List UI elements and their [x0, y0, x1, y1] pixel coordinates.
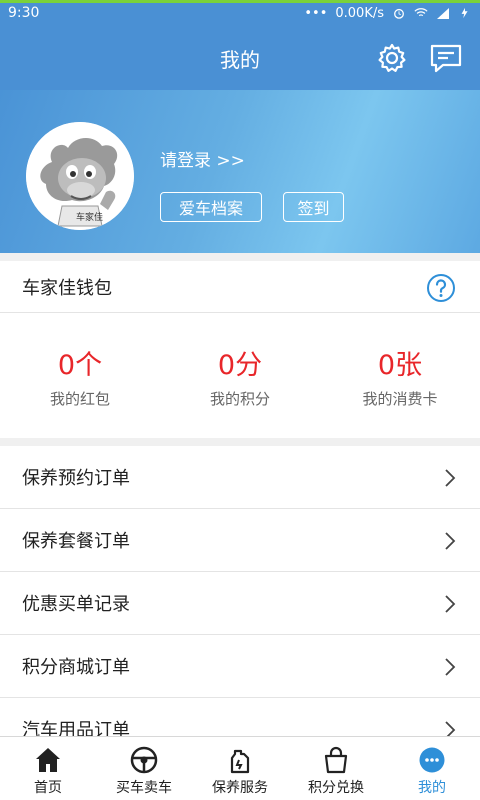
battery-icon: [461, 7, 468, 19]
stat-value: 0分: [217, 349, 263, 381]
chevron-right-icon: [445, 532, 456, 550]
stat-value: 0张: [377, 349, 423, 381]
wifi-icon: [414, 8, 428, 17]
page-title: 我的: [220, 47, 260, 72]
chevron-right-icon: [445, 595, 456, 613]
tab-label: 保养服务: [212, 780, 268, 796]
stat-value: 0个: [57, 349, 103, 381]
tab-mine[interactable]: 我的: [384, 737, 480, 800]
tab-home[interactable]: 首页: [0, 737, 96, 800]
wallet-header: 车家佳钱包: [0, 261, 480, 313]
stat-label: 我的红包: [49, 389, 110, 408]
tab-label: 积分兑换: [308, 780, 364, 796]
top-accent-line: [0, 0, 480, 3]
status-icons: ••• 0.00K/s: [304, 6, 472, 21]
status-time: 9:30: [8, 5, 40, 21]
oil-can-icon: [230, 749, 250, 774]
shopping-bag-icon: [324, 746, 348, 774]
menu-item-maintenance-booking[interactable]: 保养预约订单: [0, 446, 480, 509]
tab-points-exchange[interactable]: 积分兑换: [288, 737, 384, 800]
chevron-right-icon: [445, 658, 456, 676]
status-bar: 9:30 ••• 0.00K/s: [0, 0, 480, 26]
section-divider: [0, 438, 480, 446]
stat-label: 我的消费卡: [362, 389, 438, 408]
wallet-stats: 0个 我的红包 0分 我的积分 0张 我的消费卡: [0, 313, 480, 438]
tab-maintenance-service[interactable]: 保养服务: [192, 737, 288, 800]
tab-label: 买车卖车: [116, 780, 172, 796]
menu-item-label: 优惠买单记录: [22, 594, 130, 615]
red-packet-stat[interactable]: 0个 我的红包: [0, 313, 160, 438]
gear-icon[interactable]: [376, 42, 408, 74]
menu-item-discount-payment[interactable]: 优惠买单记录: [0, 572, 480, 635]
menu-item-car-supplies[interactable]: 汽车用品订单: [0, 698, 480, 736]
points-stat[interactable]: 0分 我的积分: [160, 313, 320, 438]
order-menu: 保养预约订单 保养套餐订单 优惠买单记录 积分商城订单 汽车用品订单: [0, 446, 480, 736]
signal-icon: [437, 8, 449, 19]
steering-wheel-icon: [130, 746, 158, 774]
chevron-right-icon: [445, 721, 456, 736]
net-speed: 0.00K/s: [335, 5, 384, 21]
consumer-card-stat[interactable]: 0张 我的消费卡: [320, 313, 480, 438]
bottom-tab-bar: 首页 买车卖车 保养服务 积分兑换 我的: [0, 736, 480, 800]
tab-label: 首页: [34, 780, 62, 796]
login-link[interactable]: 请登录 >>: [160, 146, 245, 171]
car-archive-button[interactable]: 爱车档案: [160, 192, 262, 222]
menu-item-label: 积分商城订单: [22, 657, 130, 678]
avatar[interactable]: 车家佳: [26, 122, 134, 230]
menu-item-label: 保养套餐订单: [22, 531, 130, 552]
menu-item-maintenance-package[interactable]: 保养套餐订单: [0, 509, 480, 572]
header-bar: 我的: [0, 26, 480, 90]
smiley-icon: [419, 747, 445, 773]
menu-item-label: 汽车用品订单: [22, 720, 130, 736]
section-divider: [0, 253, 480, 261]
checkin-button[interactable]: 签到: [283, 192, 344, 222]
message-icon[interactable]: [430, 42, 462, 74]
more-dots-icon: •••: [304, 5, 328, 21]
alarm-icon: [394, 8, 404, 19]
tab-buy-sell-car[interactable]: 买车卖车: [96, 737, 192, 800]
stat-label: 我的积分: [209, 389, 270, 408]
chevron-right-icon: [445, 469, 456, 487]
tab-label: 我的: [418, 780, 446, 796]
home-icon: [36, 748, 60, 772]
help-icon[interactable]: [426, 273, 456, 303]
mascot-avatar-image: 车家佳: [26, 122, 134, 230]
menu-item-points-mall[interactable]: 积分商城订单: [0, 635, 480, 698]
wallet-title: 车家佳钱包: [22, 277, 112, 299]
avatar-caption: 车家佳: [76, 211, 103, 223]
menu-item-label: 保养预约订单: [22, 468, 130, 489]
